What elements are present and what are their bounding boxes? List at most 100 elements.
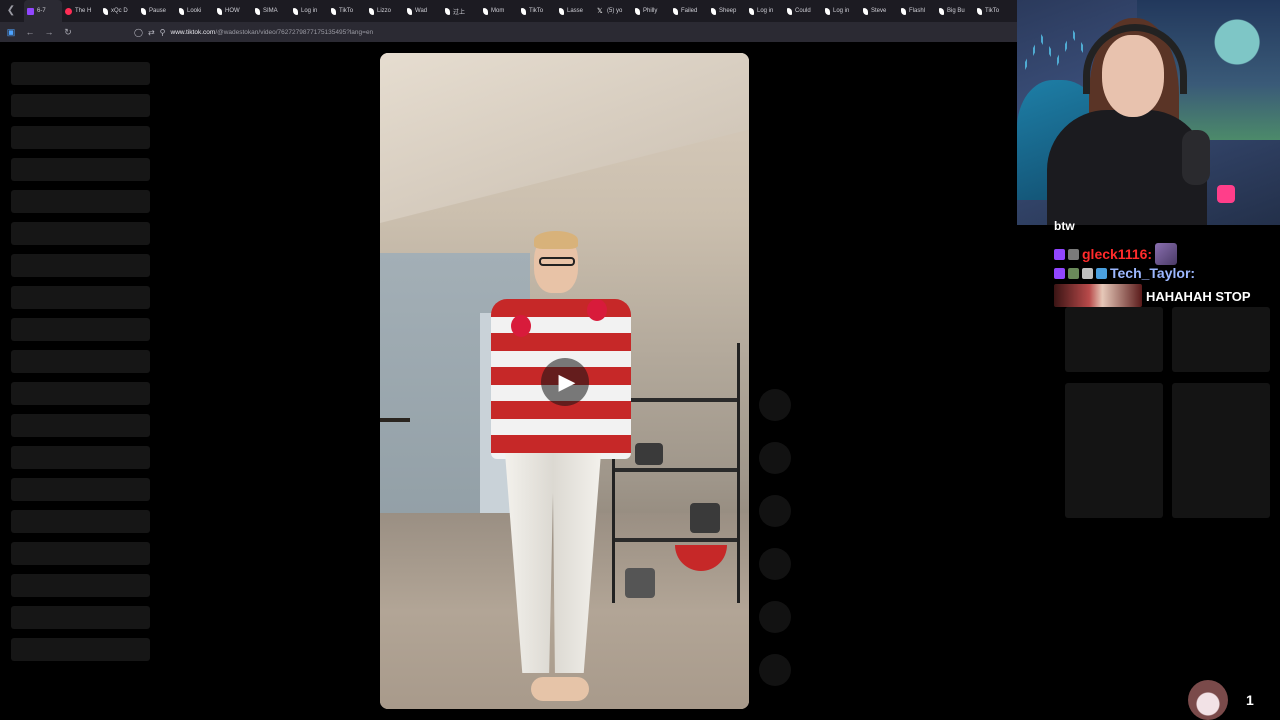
browser-tab[interactable]: The H xyxy=(62,0,100,22)
sidebar-toggle-icon[interactable]: ▣ xyxy=(6,26,16,38)
bookmark-button-placeholder[interactable] xyxy=(759,495,791,527)
chat-cut-off-message: btw xyxy=(1054,219,1075,231)
music-button-placeholder[interactable] xyxy=(759,654,791,686)
back-button[interactable]: ← xyxy=(25,26,35,38)
browser-tab[interactable]: Flashl xyxy=(898,0,936,22)
browser-tab[interactable]: Could xyxy=(784,0,822,22)
chat-card-placeholder xyxy=(1065,307,1163,372)
comment-button-placeholder[interactable] xyxy=(759,442,791,474)
skeleton-row xyxy=(11,446,150,469)
viewer-counter: 1 xyxy=(1188,680,1254,720)
skeleton-row xyxy=(11,574,150,597)
tab-label: 过上 xyxy=(453,9,466,16)
play-icon[interactable]: ▶ xyxy=(541,358,589,406)
yt-icon xyxy=(65,7,72,15)
url-text[interactable]: www.tiktok.com/@wadestokan/video/7627279… xyxy=(171,29,374,36)
browser-tab[interactable]: 过上 xyxy=(442,0,480,22)
video-frame-shelf xyxy=(612,343,740,603)
tab-label: (5) yo xyxy=(607,8,623,14)
skeleton-row xyxy=(11,158,150,181)
tab-label: The H xyxy=(75,8,92,14)
browser-tab[interactable]: SIMA xyxy=(252,0,290,22)
url-bar[interactable]: ◯ ⇄ ⚲ www.tiktok.com/@wadestokan/video/7… xyxy=(134,28,373,37)
x-icon: 𝕏 xyxy=(597,7,603,15)
tab-scroll-left-button[interactable]: ❮ xyxy=(4,4,18,18)
browser-tab[interactable]: TikTo xyxy=(974,0,1012,22)
browser-tab[interactable]: HOW xyxy=(214,0,252,22)
tab-label: Wad xyxy=(415,8,428,14)
browser-tab[interactable]: Looki xyxy=(176,0,214,22)
tiktok-icon xyxy=(445,7,450,15)
skeleton-row xyxy=(11,606,150,629)
skeleton-row xyxy=(11,382,150,405)
sub-badge-icon xyxy=(1068,267,1079,279)
skeleton-row xyxy=(11,542,150,565)
browser-tab[interactable]: Lasse xyxy=(556,0,594,22)
tab-label: Pause xyxy=(149,8,167,14)
skeleton-row xyxy=(11,318,150,341)
browser-tab[interactable]: Log in xyxy=(746,0,784,22)
tab-label: Log in xyxy=(301,8,318,14)
avatar xyxy=(1188,680,1228,720)
browser-tab[interactable]: Sheep xyxy=(708,0,746,22)
tiktok-icon xyxy=(635,7,640,15)
tab-label: Failed xyxy=(681,8,698,14)
chat-username: Tech_Taylor: xyxy=(1110,265,1196,281)
tab-label: xQc D xyxy=(111,8,128,14)
browser-tab[interactable]: 𝕏 (5) yo xyxy=(594,0,632,22)
tiktok-icon xyxy=(217,7,222,15)
tiktok-icon xyxy=(711,7,716,15)
tracking-icon[interactable]: ⇄ xyxy=(148,28,155,37)
browser-tab[interactable]: Log in xyxy=(822,0,860,22)
skeleton-row xyxy=(11,510,150,533)
like-button-placeholder[interactable] xyxy=(759,389,791,421)
gift-badge-icon xyxy=(1082,267,1093,279)
browser-tab[interactable]: Steve xyxy=(860,0,898,22)
skeleton-row xyxy=(11,222,150,245)
tab-label: TikTo xyxy=(529,8,544,14)
browser-tab[interactable]: Philly xyxy=(632,0,670,22)
browser-tab[interactable]: TikTo xyxy=(518,0,556,22)
tiktok-icon xyxy=(407,7,412,15)
tiktok-icon xyxy=(293,7,298,15)
browser-tab[interactable]: Log in xyxy=(290,0,328,22)
video-player[interactable]: ▶ xyxy=(380,53,749,709)
lock-icon[interactable]: ⚲ xyxy=(160,28,166,37)
video-frame-ceiling xyxy=(380,53,749,223)
skeleton-row xyxy=(11,478,150,501)
browser-tab[interactable]: Mom xyxy=(480,0,518,22)
tiktok-icon xyxy=(255,7,260,15)
browser-tab[interactable]: 6-7 xyxy=(24,0,62,22)
skeleton-row xyxy=(11,62,150,85)
chat-message-text: HAHAHAH STOP xyxy=(1146,289,1251,304)
reload-button[interactable]: ↻ xyxy=(63,26,73,38)
tab-label: TikTo xyxy=(985,8,1000,14)
emote-icon xyxy=(1155,243,1178,265)
browser-tab[interactable]: Big Bu xyxy=(936,0,974,22)
tiktok-icon xyxy=(179,7,184,15)
skeleton-row xyxy=(11,414,150,437)
browser-tab[interactable]: Pause xyxy=(138,0,176,22)
browser-tab[interactable]: Failed xyxy=(670,0,708,22)
twitch-badge-icon xyxy=(1054,248,1065,260)
tiktok-icon xyxy=(901,7,906,15)
tiktok-icon xyxy=(483,7,488,15)
share-button-placeholder[interactable] xyxy=(759,548,791,580)
tab-label: Philly xyxy=(643,8,658,14)
more-button-placeholder[interactable] xyxy=(759,601,791,633)
browser-tab[interactable]: Wad xyxy=(404,0,442,22)
tiktok-icon xyxy=(521,7,526,15)
sub-badge-icon xyxy=(1068,248,1079,260)
skeleton-row xyxy=(11,254,150,277)
bits-badge-icon xyxy=(1096,267,1107,279)
skeleton-row xyxy=(11,350,150,373)
tab-label: Sheep xyxy=(719,8,737,14)
forward-button[interactable]: → xyxy=(44,26,54,38)
browser-tab[interactable]: TikTo xyxy=(328,0,366,22)
shield-icon[interactable]: ◯ xyxy=(134,28,143,37)
tab-label: Flashl xyxy=(909,8,926,14)
chat-overlay: btw gleck1116: Tech_Taylor: HAHAHAH STOP xyxy=(1050,219,1280,720)
browser-tab[interactable]: Lizzo xyxy=(366,0,404,22)
skeleton-row xyxy=(11,638,150,661)
browser-tab[interactable]: xQc D xyxy=(100,0,138,22)
